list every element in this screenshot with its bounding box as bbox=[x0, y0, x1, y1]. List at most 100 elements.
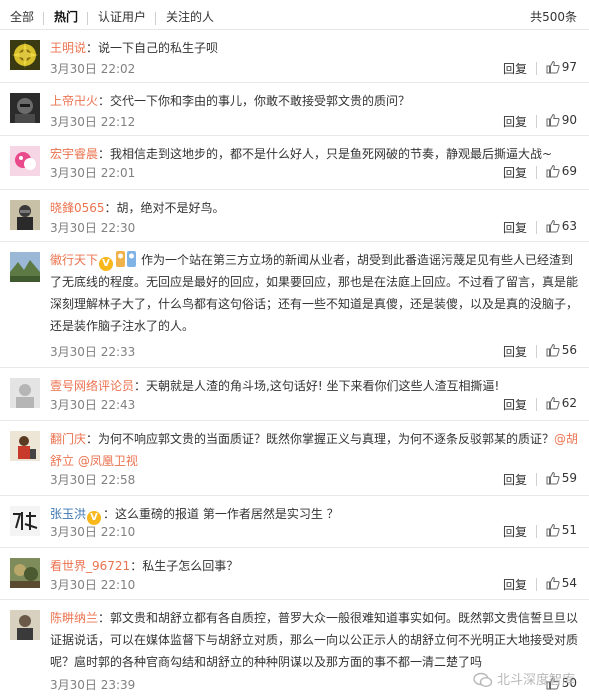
comment-timestamp: 3月30日 22:12 bbox=[50, 115, 136, 129]
like-count: 51 bbox=[561, 523, 577, 537]
action-divider bbox=[536, 166, 537, 179]
comment-username[interactable]: 王明说 bbox=[50, 41, 86, 55]
thumbs-up-icon bbox=[546, 576, 560, 593]
tab-divider bbox=[155, 12, 156, 25]
avatar[interactable] bbox=[10, 200, 40, 230]
comment-item: 徽行天下 V 作为一个站在第三方立场的新闻从业者，胡受到此番造谣污蔑足见有些人已经渣… bbox=[0, 242, 589, 368]
action-divider bbox=[536, 473, 537, 486]
like-button[interactable]: 90 bbox=[546, 113, 577, 130]
comment-body: 翻门庆：为何不响应郭文贵的当面质证？既然你掌握正义与真理，为何不逐条反驳郭某的质… bbox=[50, 428, 579, 472]
like-count: 54 bbox=[561, 576, 577, 590]
comment-timestamp: 3月30日 22:10 bbox=[50, 578, 136, 592]
comment-item: 张玉洪 V ：这么重磅的报道 第一作者居然是实习生 ？ 3月30日 22:10 回复… bbox=[0, 496, 589, 548]
like-button[interactable]: 59 bbox=[546, 471, 577, 488]
comment-item: 翻门庆：为何不响应郭文贵的当面质证？既然你掌握正义与真理，为何不逐条反驳郭某的质… bbox=[0, 421, 589, 496]
thumbs-up-icon bbox=[546, 113, 560, 130]
thumbs-up-icon bbox=[546, 523, 560, 540]
comment-text: ：天朝就是人渣的角斗场,这句话好! 坐下来看你们这些人渣互相撕逼! bbox=[134, 379, 500, 393]
watermark: 北斗深度智库 bbox=[473, 669, 575, 692]
avatar[interactable] bbox=[10, 252, 40, 282]
verified-badge-icon: V bbox=[99, 257, 114, 271]
comment-username[interactable]: 宏宇睿晨 bbox=[50, 147, 98, 161]
comment-text: ：私生子怎么回事？ bbox=[130, 559, 239, 573]
comment-item: 上帝卍火：交代一下你和李由的事儿，你敢不敢接受郭文贵的质问？ 3月30日 22:… bbox=[0, 83, 589, 136]
comment-username[interactable]: 翻门庆 bbox=[50, 432, 86, 446]
like-count: 97 bbox=[561, 60, 577, 74]
like-button[interactable]: 69 bbox=[546, 164, 577, 181]
comment-text: ：说一下自己的私生子呗 bbox=[86, 41, 219, 55]
emoji-icon bbox=[115, 249, 137, 269]
thumbs-up-icon bbox=[546, 60, 560, 77]
tab-divider bbox=[43, 12, 44, 25]
like-count: 59 bbox=[561, 471, 577, 485]
comment-timestamp: 3月30日 22:01 bbox=[50, 166, 136, 180]
reply-button[interactable]: 回复 bbox=[503, 113, 527, 130]
comment-body: 王明说：说一下自己的私生子呗 bbox=[50, 37, 579, 59]
thumbs-up-icon bbox=[546, 471, 560, 488]
comment-username[interactable]: 看世界_96721 bbox=[50, 559, 130, 573]
tab-hot[interactable]: 热门 bbox=[54, 0, 78, 30]
action-divider bbox=[536, 345, 537, 358]
avatar[interactable] bbox=[10, 40, 40, 70]
avatar[interactable] bbox=[10, 431, 40, 461]
thumbs-up-icon bbox=[546, 219, 560, 236]
like-button[interactable]: 54 bbox=[546, 576, 577, 593]
reply-button[interactable]: 回复 bbox=[503, 523, 527, 540]
comment-body: 壹号网络评论员：天朝就是人渣的角斗场,这句话好! 坐下来看你们这些人渣互相撕逼! bbox=[50, 375, 579, 397]
comment-text: ：我相信走到这地步的，都不是什么好人，只是鱼死网破的节奏，静观最后撕逼大战~ bbox=[98, 147, 553, 161]
action-divider bbox=[536, 115, 537, 128]
comment-timestamp: 3月30日 22:10 bbox=[50, 525, 136, 539]
reply-button[interactable]: 回复 bbox=[503, 396, 527, 413]
reply-button[interactable]: 回复 bbox=[503, 576, 527, 593]
tab-all[interactable]: 全部 bbox=[10, 0, 34, 30]
wechat-icon bbox=[473, 672, 493, 692]
like-count: 69 bbox=[561, 164, 577, 178]
comment-username[interactable]: 上帝卍火 bbox=[50, 94, 98, 108]
comment-text: ：交代一下你和李由的事儿，你敢不敢接受郭文贵的质问？ bbox=[98, 94, 411, 108]
reply-button[interactable]: 回复 bbox=[503, 60, 527, 77]
comment-username[interactable]: 徽行天下 bbox=[50, 253, 98, 267]
comment-body: 徽行天下 V 作为一个站在第三方立场的新闻从业者，胡受到此番造谣污蔑足见有些人已经渣… bbox=[50, 249, 579, 337]
comment-body: 陈畊纳兰：郭文贵和胡舒立都有各自质控，普罗大众一般很难知道事实如何。既然郭文贵信… bbox=[50, 607, 579, 673]
comment-text: ：为何不响应郭文贵的当面质证？既然你掌握正义与真理，为何不逐条反驳郭某的质证？ bbox=[86, 432, 555, 446]
like-count: 63 bbox=[561, 219, 577, 233]
like-button[interactable]: 97 bbox=[546, 60, 577, 77]
like-button[interactable]: 63 bbox=[546, 219, 577, 236]
thumbs-up-icon bbox=[546, 396, 560, 413]
watermark-text: 北斗深度智库 bbox=[496, 673, 575, 688]
tab-verified-users[interactable]: 认证用户 bbox=[98, 0, 146, 30]
like-button[interactable]: 56 bbox=[546, 343, 577, 360]
action-divider bbox=[536, 578, 537, 591]
comment-text: ：这么重磅的报道 第一作者居然是实习生 ？ bbox=[103, 507, 339, 521]
comment-text: ：郭文贵和胡舒立都有各自质控，普罗大众一般很难知道事实如何。既然郭文贵信誓旦旦以… bbox=[50, 611, 579, 669]
avatar[interactable] bbox=[10, 610, 40, 640]
comment-timestamp: 3月30日 22:30 bbox=[50, 221, 136, 235]
comment-body: 看世界_96721：私生子怎么回事？ bbox=[50, 555, 579, 577]
mention-link[interactable]: @凤凰卫视 bbox=[78, 454, 138, 468]
action-divider bbox=[536, 525, 537, 538]
avatar[interactable] bbox=[10, 558, 40, 588]
comment-timestamp: 3月30日 23:39 bbox=[50, 678, 136, 692]
like-button[interactable]: 62 bbox=[546, 396, 577, 413]
action-divider bbox=[536, 221, 537, 234]
comment-text: ：胡，绝对不是好鸟。 bbox=[104, 201, 225, 215]
tab-following[interactable]: 关注的人 bbox=[166, 0, 214, 30]
comment-body: 张玉洪 V ：这么重磅的报道 第一作者居然是实习生 ？ bbox=[50, 503, 579, 525]
reply-button[interactable]: 回复 bbox=[503, 164, 527, 181]
like-button[interactable]: 51 bbox=[546, 523, 577, 540]
comment-body: 晓鋒0565：胡，绝对不是好鸟。 bbox=[50, 197, 579, 219]
avatar[interactable] bbox=[10, 146, 40, 176]
reply-button[interactable]: 回复 bbox=[503, 343, 527, 360]
thumbs-up-icon bbox=[546, 343, 560, 360]
action-divider bbox=[536, 398, 537, 411]
avatar[interactable] bbox=[10, 378, 40, 408]
avatar[interactable] bbox=[10, 506, 40, 536]
comment-username[interactable]: 张玉洪 bbox=[50, 507, 86, 521]
comment-username[interactable]: 壹号网络评论员 bbox=[50, 379, 134, 393]
avatar[interactable] bbox=[10, 93, 40, 123]
comment-item: 壹号网络评论员：天朝就是人渣的角斗场,这句话好! 坐下来看你们这些人渣互相撕逼!… bbox=[0, 368, 589, 421]
comment-username[interactable]: 陈畊纳兰 bbox=[50, 611, 98, 625]
reply-button[interactable]: 回复 bbox=[503, 471, 527, 488]
reply-button[interactable]: 回复 bbox=[503, 219, 527, 236]
comment-username[interactable]: 晓鋒0565 bbox=[50, 201, 105, 215]
